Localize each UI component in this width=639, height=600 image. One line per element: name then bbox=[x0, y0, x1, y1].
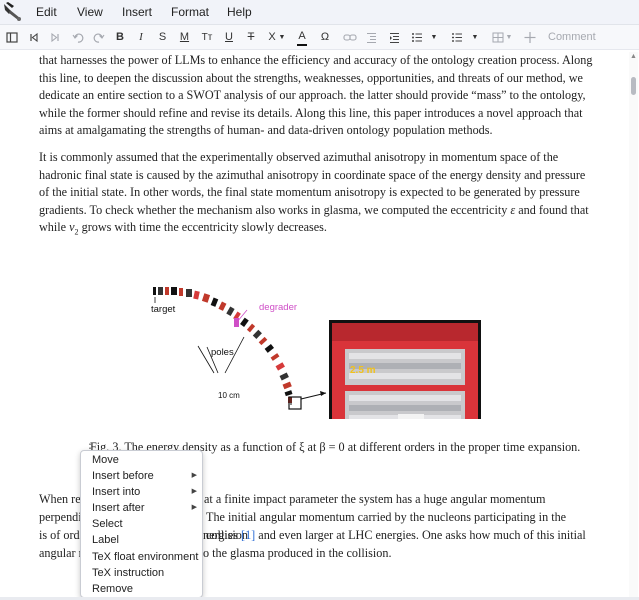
paragraph-3-line-3-end[interactable]: nergies [1] and even larger at LHC energ… bbox=[203, 527, 593, 545]
menu-format[interactable]: Format bbox=[171, 5, 209, 20]
link-icon[interactable] bbox=[343, 29, 357, 46]
submenu-arrow-icon: ▶ bbox=[191, 488, 197, 495]
redo-icon[interactable] bbox=[93, 29, 105, 46]
scroll-up-icon[interactable]: ▲ bbox=[630, 52, 637, 61]
bullet-list-icon[interactable] bbox=[411, 29, 423, 46]
paragraph-2-text-c: grows with time the eccentricity slowly … bbox=[78, 220, 327, 235]
chevron-down-icon[interactable]: ▼ bbox=[505, 29, 513, 46]
app-logo-icon[interactable] bbox=[2, 1, 24, 23]
menu-edit[interactable]: Edit bbox=[36, 5, 57, 20]
menu-item-insert-into[interactable]: Insert into ▶ bbox=[81, 484, 202, 500]
chevron-down-icon[interactable]: ▼ bbox=[430, 29, 438, 46]
menu-item-label: Select bbox=[92, 518, 123, 530]
submenu-arrow-icon: ▶ bbox=[191, 472, 197, 479]
menu-item-label: Label bbox=[92, 534, 119, 546]
strikethrough-button[interactable]: T bbox=[246, 29, 256, 46]
menu-item-move[interactable]: Move bbox=[81, 452, 202, 468]
special-char-button[interactable]: Ω bbox=[320, 29, 330, 46]
menu-bar: Edit View Insert Format Help bbox=[0, 0, 639, 25]
scrollbar-thumb[interactable] bbox=[631, 77, 636, 95]
menu-item-tex-instruction[interactable]: TeX instruction bbox=[81, 565, 202, 581]
paragraph-2[interactable]: It is commonly assumed that the experime… bbox=[39, 149, 594, 241]
sidebar-toggle-icon[interactable] bbox=[6, 29, 18, 46]
menu-item-select[interactable]: Select bbox=[81, 516, 202, 532]
menu-item-label: TeX float environment bbox=[92, 551, 199, 563]
paragraph-3-line-3-text: nergies bbox=[203, 528, 242, 542]
math-button[interactable]: M bbox=[179, 29, 190, 46]
menu-item-insert-before[interactable]: Insert before ▶ bbox=[81, 468, 202, 484]
menu-item-label: Insert into bbox=[92, 486, 141, 498]
outdent-icon[interactable] bbox=[366, 29, 377, 46]
paragraph-3-line-3-tail: and even larger at LHC energies. One ask… bbox=[255, 528, 586, 542]
clear-format-button[interactable]: X bbox=[267, 29, 277, 46]
menu-item-tex-float-environment[interactable]: TeX float environment bbox=[81, 549, 202, 565]
menu-item-insert-after[interactable]: Insert after ▶ bbox=[81, 500, 202, 516]
label-scale: 10 cm bbox=[216, 391, 242, 401]
toolbar: B I S M Tт U T X ▼ A Ω ▼ ▼ ▼ Comment bbox=[0, 25, 639, 50]
citation-link[interactable]: [1] bbox=[241, 528, 255, 542]
beamline-figure bbox=[152, 287, 481, 466]
bold-button[interactable]: B bbox=[115, 29, 125, 46]
menu-item-label: Insert before bbox=[92, 470, 154, 482]
menu-item-label-action[interactable]: Label bbox=[81, 532, 202, 548]
paragraph-2-text-a: It is commonly assumed that the experime… bbox=[39, 150, 586, 217]
submenu-arrow-icon: ▶ bbox=[191, 504, 197, 511]
small-caps-button[interactable]: Tт bbox=[200, 29, 214, 46]
numbered-list-icon[interactable] bbox=[451, 29, 463, 46]
paragraph-1[interactable]: that harnesses the power of LLMs to enha… bbox=[39, 52, 594, 140]
menu-item-label: Move bbox=[92, 454, 119, 466]
comment-icon[interactable] bbox=[524, 29, 536, 46]
label-poles: poles bbox=[211, 347, 234, 358]
indent-icon[interactable] bbox=[389, 29, 400, 46]
strike-s-button[interactable]: S bbox=[158, 29, 167, 46]
paragraph-3-line-4-end[interactable]: o the glasma produced in the collision. bbox=[203, 545, 593, 563]
chevron-down-icon[interactable]: ▼ bbox=[471, 29, 479, 46]
figure-3[interactable]: target degrader poles 10 cm 2.5 m bbox=[143, 269, 488, 466]
degrader-marker bbox=[234, 318, 239, 327]
italic-button[interactable]: I bbox=[137, 29, 145, 46]
menu-item-label: Insert after bbox=[92, 502, 145, 514]
chevron-down-icon[interactable]: ▼ bbox=[278, 29, 286, 46]
menu-item-label: TeX instruction bbox=[92, 567, 165, 579]
menu-insert[interactable]: Insert bbox=[122, 5, 152, 20]
table-icon[interactable] bbox=[492, 29, 504, 46]
paragraph-3-line-1-end[interactable]: at a finite impact parameter the system … bbox=[204, 491, 594, 509]
text-color-button[interactable]: A bbox=[297, 29, 307, 46]
menu-item-remove[interactable]: Remove bbox=[81, 581, 202, 597]
menu-help[interactable]: Help bbox=[227, 5, 252, 20]
last-page-icon[interactable] bbox=[50, 29, 60, 46]
undo-icon[interactable] bbox=[72, 29, 84, 46]
menu-view[interactable]: View bbox=[77, 5, 103, 20]
underline-button[interactable]: U bbox=[224, 29, 234, 46]
first-page-icon[interactable] bbox=[29, 29, 39, 46]
menu-item-label: Remove bbox=[92, 583, 133, 595]
label-degrader: degrader bbox=[259, 302, 298, 313]
comment-button[interactable]: Comment bbox=[548, 29, 596, 46]
label-target: target bbox=[151, 304, 176, 315]
label-photo-dimension: 2.5 m bbox=[350, 365, 376, 376]
context-menu: Move Insert before ▶ Insert into ▶ Insert … bbox=[80, 450, 203, 598]
scrollbar-track[interactable] bbox=[629, 52, 638, 600]
